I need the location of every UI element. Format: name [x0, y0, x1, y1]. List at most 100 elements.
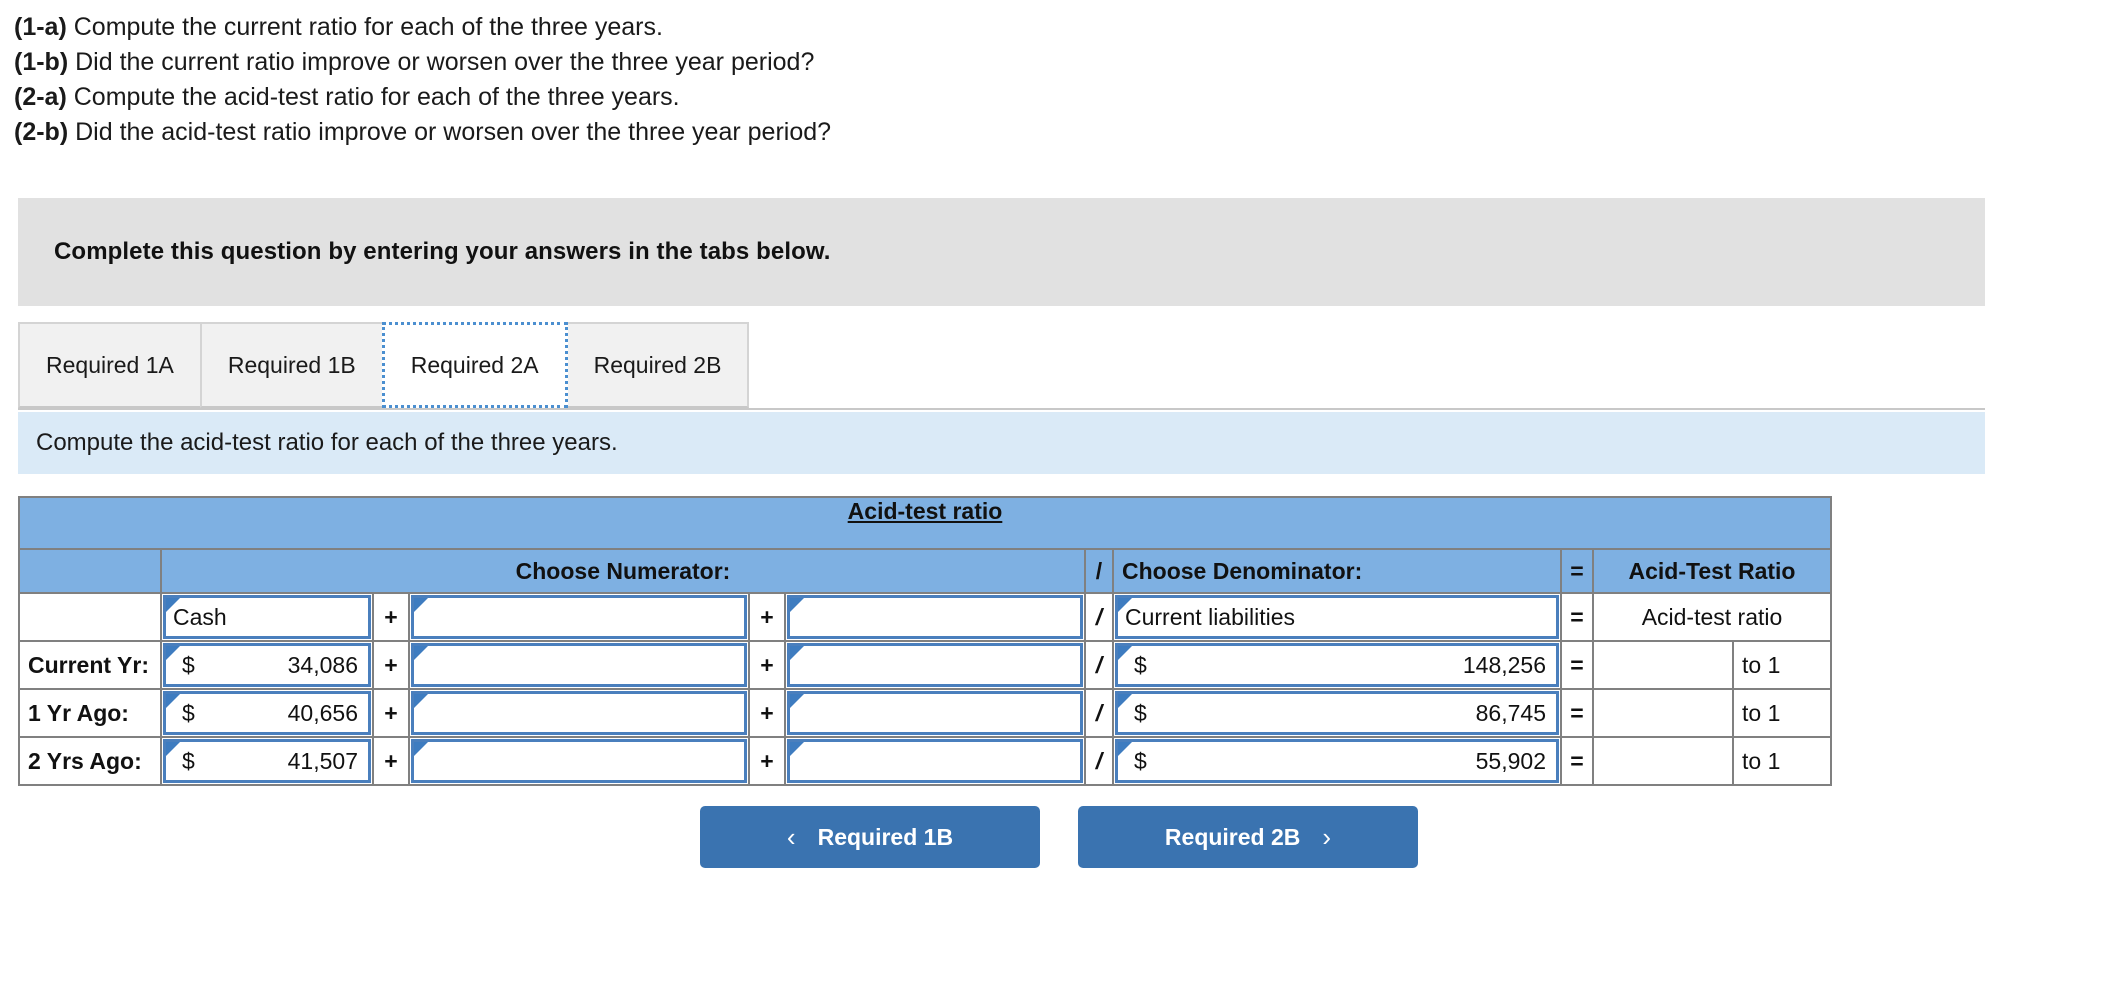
plus-operator: + — [372, 736, 410, 786]
divide-operator: / — [1084, 640, 1114, 690]
numerator-1-select[interactable]: Cash — [160, 592, 374, 642]
question-line: (2-b) Did the acid-test ratio improve or… — [14, 115, 2118, 150]
next-required-2b-button[interactable]: Required 2B › — [1078, 806, 1418, 868]
currency-symbol: $ — [1134, 651, 1147, 678]
plus-operator: + — [748, 736, 786, 786]
chevron-left-icon: ‹ — [786, 822, 796, 852]
tab-label: Required 2A — [410, 351, 539, 378]
header-acid-test-ratio: Acid-Test Ratio — [1592, 548, 1832, 594]
selection-row-blank — [18, 592, 162, 642]
question-tag: (2-b) — [14, 118, 69, 146]
tab-label: Required 1A — [46, 351, 174, 378]
equals-operator: = — [1560, 640, 1594, 690]
denominator-input[interactable]: $ 148,256 — [1112, 640, 1562, 690]
navigation-buttons: ‹ Required 1B Required 2B › — [0, 806, 2118, 868]
numerator-2-input[interactable] — [408, 736, 750, 786]
numerator-1-value: 34,086 — [287, 651, 358, 678]
numerator-3-input[interactable] — [784, 736, 1086, 786]
sub-instruction-text: Compute the acid-test ratio for each of … — [36, 429, 618, 456]
table-row: Current Yr: $ 34,086 + + / $ 148,256 = t… — [18, 640, 1832, 690]
numerator-1-input[interactable]: $ 40,656 — [160, 688, 374, 738]
row-label: 2 Yrs Ago: — [18, 736, 162, 786]
result-label: Acid-test ratio — [1592, 592, 1832, 642]
ratio-suffix: to 1 — [1732, 688, 1832, 738]
numerator-1-input[interactable]: $ 34,086 — [160, 640, 374, 690]
question-text: Did the acid-test ratio improve or worse… — [75, 118, 832, 146]
numerator-1-value: 40,656 — [287, 699, 358, 726]
question-tag: (2-a) — [14, 83, 67, 111]
plus-operator: + — [372, 688, 410, 738]
chevron-right-icon: › — [1322, 822, 1332, 852]
ratio-result-cell[interactable] — [1592, 736, 1734, 786]
acid-test-ratio-table: Acid-test ratio Choose Numerator: / Choo… — [18, 496, 1832, 786]
sub-instruction-bar: Compute the acid-test ratio for each of … — [18, 412, 1985, 474]
question-text: Compute the acid-test ratio for each of … — [73, 83, 680, 111]
next-button-label: Required 2B — [1164, 823, 1301, 850]
question-tag: (1-a) — [14, 13, 67, 41]
previous-required-1b-button[interactable]: ‹ Required 1B — [700, 806, 1040, 868]
row-label: Current Yr: — [18, 640, 162, 690]
header-divide-symbol: / — [1084, 548, 1114, 594]
divide-operator: / — [1084, 688, 1114, 738]
denominator-input[interactable]: $ 86,745 — [1112, 688, 1562, 738]
tab-label: Required 2B — [593, 351, 722, 378]
numerator-3-input[interactable] — [784, 640, 1086, 690]
numerator-3-select[interactable] — [784, 592, 1086, 642]
question-line: (2-a) Compute the acid-test ratio for ea… — [14, 80, 2118, 115]
ratio-suffix: to 1 — [1732, 640, 1832, 690]
question-text: Did the current ratio improve or worsen … — [75, 48, 815, 76]
plus-operator: + — [748, 592, 786, 642]
numerator-1-select-value: Cash — [173, 603, 227, 630]
table-header-row: Choose Numerator: / Choose Denominator: … — [18, 548, 1832, 594]
denominator-input[interactable]: $ 55,902 — [1112, 736, 1562, 786]
table-title: Acid-test ratio — [847, 498, 1003, 524]
tab-required-1a[interactable]: Required 1A — [18, 322, 202, 408]
plus-operator: + — [372, 640, 410, 690]
header-equals-symbol: = — [1560, 548, 1594, 594]
numerator-1-value: 41,507 — [287, 747, 358, 774]
table-row: 2 Yrs Ago: $ 41,507 + + / $ 55,902 = to … — [18, 736, 1832, 786]
header-blank-cell — [18, 548, 162, 594]
ratio-suffix: to 1 — [1732, 736, 1832, 786]
denominator-select[interactable]: Current liabilities — [1112, 592, 1562, 642]
header-choose-numerator: Choose Numerator: — [160, 548, 1086, 594]
tab-required-1b[interactable]: Required 1B — [199, 322, 384, 408]
numerator-2-select[interactable] — [408, 592, 750, 642]
currency-symbol: $ — [1134, 699, 1147, 726]
numerator-2-input[interactable] — [408, 640, 750, 690]
equals-operator: = — [1560, 592, 1594, 642]
equals-operator: = — [1560, 736, 1594, 786]
instruction-banner: Complete this question by entering your … — [18, 198, 1985, 306]
tab-label: Required 1B — [227, 351, 356, 378]
tab-required-2b[interactable]: Required 2B — [565, 322, 750, 408]
table-row: 1 Yr Ago: $ 40,656 + + / $ 86,745 = to 1 — [18, 688, 1832, 738]
header-choose-denominator: Choose Denominator: — [1112, 548, 1562, 594]
ratio-result-cell[interactable] — [1592, 640, 1734, 690]
currency-symbol: $ — [1134, 747, 1147, 774]
numerator-1-input[interactable]: $ 41,507 — [160, 736, 374, 786]
previous-button-label: Required 1B — [817, 823, 954, 850]
table-selection-row: Cash + + / Current liabilities = Acid-te… — [18, 592, 1832, 642]
numerator-3-input[interactable] — [784, 688, 1086, 738]
table-title-row: Acid-test ratio — [18, 496, 1832, 550]
tab-bar: Required 1A Required 1B Required 2A Requ… — [18, 322, 1985, 410]
row-label: 1 Yr Ago: — [18, 688, 162, 738]
numerator-2-input[interactable] — [408, 688, 750, 738]
question-list: (1-a) Compute the current ratio for each… — [0, 0, 2118, 150]
currency-symbol: $ — [182, 651, 195, 678]
tab-required-2a[interactable]: Required 2A — [381, 322, 568, 408]
plus-operator: + — [372, 592, 410, 642]
question-text: Compute the current ratio for each of th… — [73, 13, 663, 41]
plus-operator: + — [748, 640, 786, 690]
question-line: (1-a) Compute the current ratio for each… — [14, 10, 2118, 45]
ratio-result-cell[interactable] — [1592, 688, 1734, 738]
instruction-banner-text: Complete this question by entering your … — [54, 238, 831, 265]
currency-symbol: $ — [182, 747, 195, 774]
denominator-value: 55,902 — [1475, 747, 1546, 774]
denominator-value: 86,745 — [1475, 699, 1546, 726]
question-line: (1-b) Did the current ratio improve or w… — [14, 45, 2118, 80]
denominator-select-value: Current liabilities — [1125, 603, 1296, 630]
denominator-value: 148,256 — [1462, 651, 1546, 678]
equals-operator: = — [1560, 688, 1594, 738]
question-tag: (1-b) — [14, 48, 69, 76]
